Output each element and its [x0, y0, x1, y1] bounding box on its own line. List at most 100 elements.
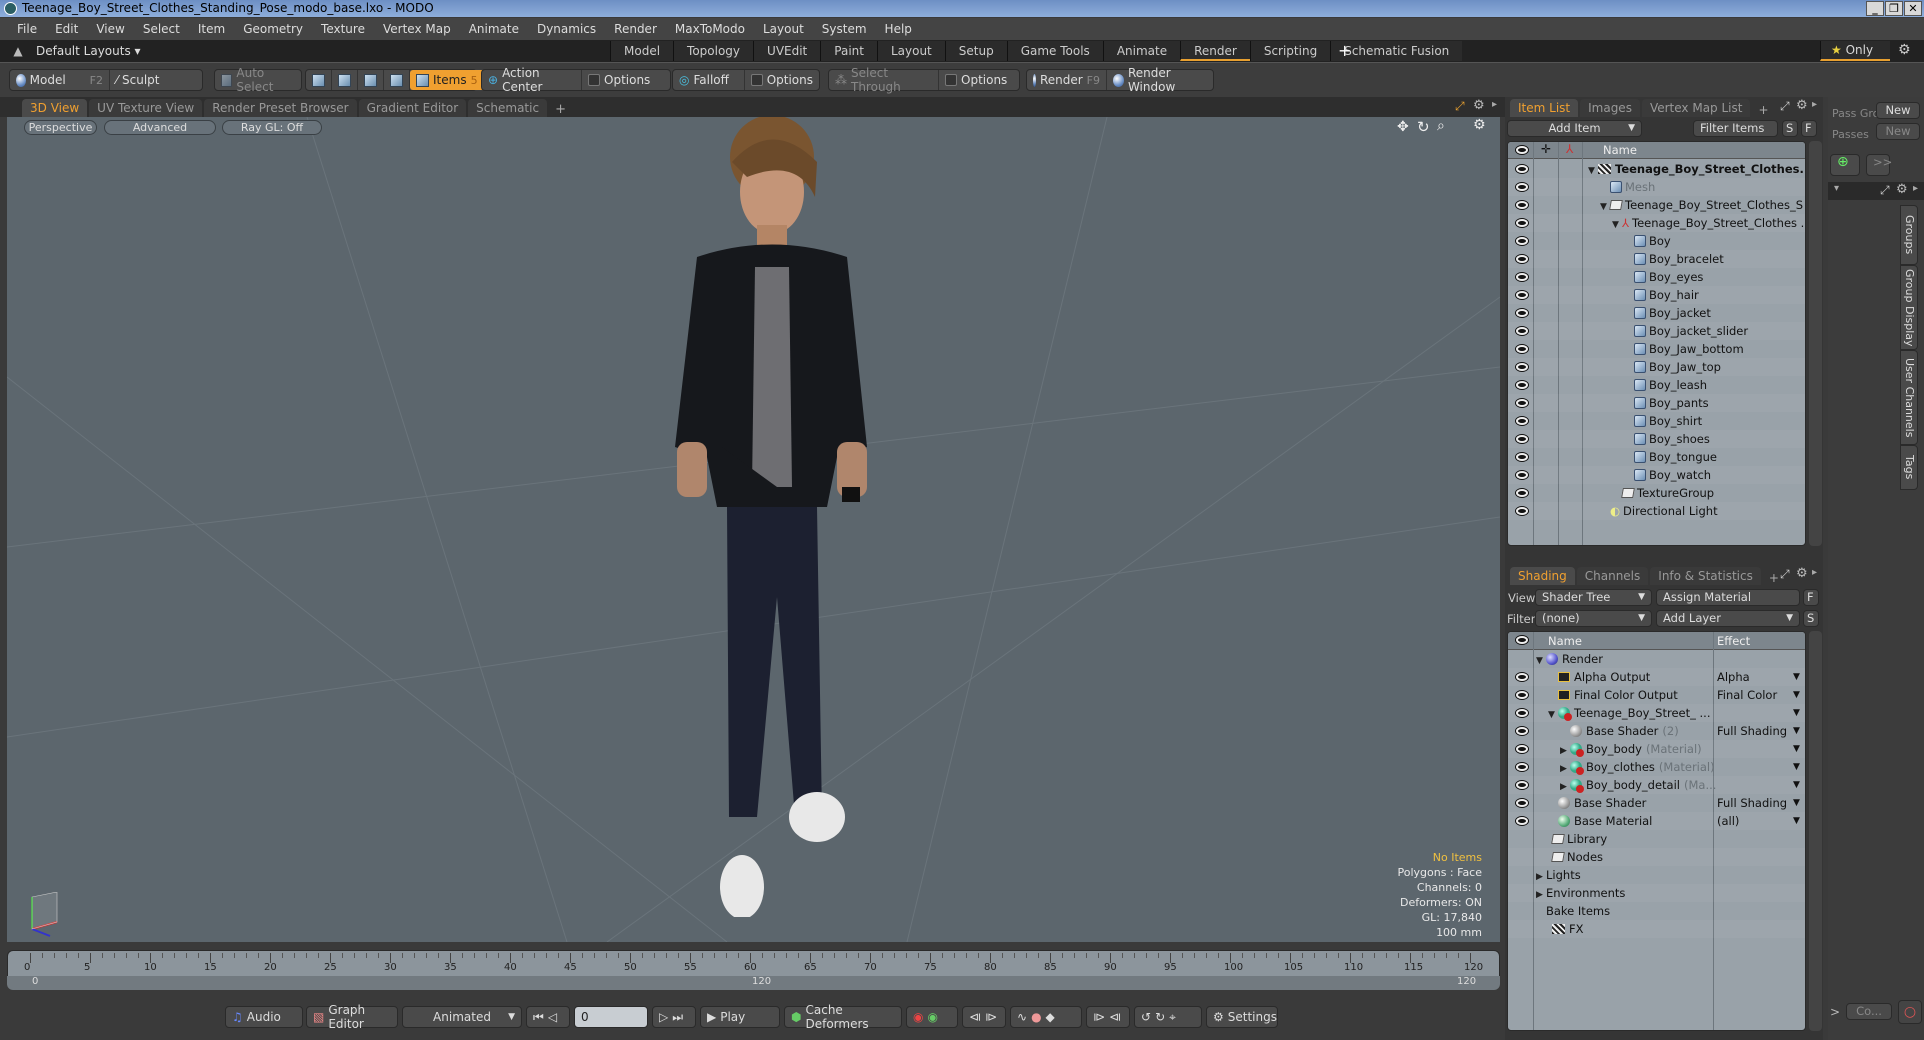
shading-menu-icon[interactable]: ▸	[1812, 567, 1817, 578]
only-toggle[interactable]: ★ Only	[1820, 41, 1890, 61]
filter-items-input[interactable]: Filter Items	[1693, 120, 1778, 137]
visibility-eye-icon[interactable]	[1516, 417, 1528, 425]
menu-system[interactable]: System	[813, 22, 876, 36]
item-list-row[interactable]: Boy_tongue	[1508, 448, 1805, 466]
item-list-row[interactable]: Boy_jacket	[1508, 304, 1805, 322]
materials-mode-button[interactable]	[384, 70, 410, 90]
groups-menu-icon[interactable]: ▸	[1913, 183, 1918, 194]
menu-maxtomodo[interactable]: MaxToModo	[666, 22, 754, 36]
shader-tree-row[interactable]: ▶ Environments	[1508, 884, 1805, 902]
visibility-eye-icon[interactable]	[1516, 691, 1528, 699]
action-center-options-button[interactable]: Options	[582, 70, 656, 90]
viewport-tab-uv-texture-view[interactable]: UV Texture View	[89, 99, 203, 117]
visibility-eye-icon[interactable]	[1516, 435, 1528, 443]
effect-dropdown-icon[interactable]: ▼	[1793, 686, 1800, 704]
select-through-options-button[interactable]: Options	[939, 70, 1013, 90]
shader-tree-scrollbar[interactable]	[1809, 631, 1822, 1031]
shader-tree-row[interactable]: Alpha Output Alpha ▼	[1508, 668, 1805, 686]
menu-geometry[interactable]: Geometry	[234, 22, 312, 36]
layout-tab-layout[interactable]: Layout	[876, 41, 945, 61]
layout-tab-setup[interactable]: Setup	[944, 41, 1007, 61]
shading-tab-channels[interactable]: Channels	[1576, 567, 1649, 585]
groups-gear-icon[interactable]: ⚙	[1896, 182, 1908, 197]
shading-tab-shading[interactable]: Shading	[1510, 567, 1575, 585]
model-mode-button[interactable]: Model F2	[10, 70, 110, 90]
menu-select[interactable]: Select	[134, 22, 189, 36]
falloff-button[interactable]: ◎ Falloff	[673, 70, 745, 90]
shader-tree-row[interactable]: Nodes	[1508, 848, 1805, 866]
dropdown-icon[interactable]: ▾	[1834, 183, 1839, 194]
render-window-button[interactable]: Render Window	[1107, 66, 1213, 94]
visibility-eye-icon[interactable]	[1516, 201, 1528, 209]
visibility-eye-icon[interactable]	[1516, 363, 1528, 371]
effect-dropdown-icon[interactable]: ▼	[1793, 722, 1800, 740]
shader-tree-row[interactable]: ▼ Render	[1508, 650, 1805, 668]
layout-tab-game-tools[interactable]: Game Tools	[1006, 41, 1103, 61]
frame-input[interactable]: 0	[574, 1006, 648, 1028]
item-list-row[interactable]: Boy_shoes	[1508, 430, 1805, 448]
viewport-tab-3d-view[interactable]: 3D View	[22, 99, 88, 117]
layout-tab-scripting[interactable]: Scripting	[1249, 41, 1331, 61]
more-button[interactable]: >>	[1866, 154, 1892, 176]
shader-tree-row[interactable]: Base Shader (2) Full Shading ▼	[1508, 722, 1805, 740]
item-list-row[interactable]: Boy_jacket_slider	[1508, 322, 1805, 340]
item-list-row[interactable]: ▼ Teenage_Boy_Street_Clothes_S ...	[1508, 196, 1805, 214]
add-layer-dropdown[interactable]: Add Layer ▼	[1656, 610, 1800, 627]
key-nav[interactable]: ⧏ ⧐	[962, 1006, 1006, 1028]
shader-tree-row[interactable]: Final Color Output Final Color ▼	[1508, 686, 1805, 704]
settings-button[interactable]: ⚙ Settings	[1206, 1006, 1278, 1028]
shader-tree-row[interactable]: Library	[1508, 830, 1805, 848]
shader-tree-row[interactable]: ▶ Boy_body_detail (Ma... ▼	[1508, 776, 1805, 794]
item-list-row[interactable]: Boy	[1508, 232, 1805, 250]
effect-dropdown-icon[interactable]: ▼	[1793, 668, 1800, 686]
shader-tree-row[interactable]: ▶ Boy_body (Material) ▼	[1508, 740, 1805, 758]
add-layout-tab-button[interactable]: +	[1338, 41, 1351, 60]
effect-dropdown-icon[interactable]: ▼	[1793, 740, 1800, 758]
visibility-eye-icon[interactable]	[1516, 309, 1528, 317]
loop-tools[interactable]: ↺ ↻ ⌖	[1134, 1006, 1202, 1028]
vertices-mode-button[interactable]	[306, 70, 332, 90]
auto-select-button[interactable]: Auto Select	[214, 66, 302, 94]
item-list-row[interactable]: Boy_shirt	[1508, 412, 1805, 430]
effect-value[interactable]: Final Color	[1717, 686, 1777, 704]
assign-material-button[interactable]: Assign Material	[1656, 589, 1800, 606]
side-tab-group-display[interactable]: Group Display	[1900, 265, 1918, 350]
menu-edit[interactable]: Edit	[46, 22, 87, 36]
refresh-add-icon[interactable]: ⊕	[1830, 154, 1860, 176]
menu-texture[interactable]: Texture	[312, 22, 374, 36]
menu-animate[interactable]: Animate	[460, 22, 528, 36]
visibility-eye-icon[interactable]	[1516, 399, 1528, 407]
viewport-settings-icon[interactable]: ⚙	[1473, 117, 1486, 133]
items-mode-button[interactable]: Items 5	[410, 70, 484, 90]
effect-value[interactable]: (all)	[1717, 812, 1739, 830]
visibility-eye-icon[interactable]	[1516, 673, 1528, 681]
item-list-tab-images[interactable]: Images	[1580, 99, 1640, 117]
menu-file[interactable]: File	[8, 22, 46, 36]
pan-icon[interactable]: ✥	[1397, 119, 1409, 135]
restore-button[interactable]: ❐	[1885, 1, 1903, 16]
visibility-eye-icon[interactable]	[1516, 471, 1528, 479]
effect-dropdown-icon[interactable]: ▼	[1793, 812, 1800, 830]
effect-dropdown-icon[interactable]: ▼	[1793, 794, 1800, 812]
3d-viewport[interactable]: Perspective Advanced Ray GL: Off ✥ ↻ ⌕ ⚙…	[7, 117, 1500, 942]
item-list-s-button[interactable]: S	[1782, 120, 1798, 137]
shading-gear-icon[interactable]: ⚙	[1796, 566, 1808, 581]
viewport-menu-arrow-icon[interactable]: ▸	[1492, 99, 1497, 110]
layout-tab-topology[interactable]: Topology	[673, 41, 754, 61]
polygons-mode-button[interactable]	[358, 70, 384, 90]
layout-collapse-icon[interactable]: ▲	[0, 44, 36, 58]
shading-f-button[interactable]: F	[1803, 589, 1819, 606]
shader-tree-row[interactable]: Bake Items	[1508, 902, 1805, 920]
visibility-eye-icon[interactable]	[1516, 745, 1528, 753]
visibility-eye-icon[interactable]	[1516, 165, 1528, 173]
layout-tab-paint[interactable]: Paint	[820, 41, 877, 61]
add-viewport-tab-button[interactable]: +	[549, 102, 572, 117]
item-list-row[interactable]: Mesh	[1508, 178, 1805, 196]
maximize-icon[interactable]: ⤢	[1455, 99, 1465, 114]
item-list-row[interactable]: ◐ Directional Light	[1508, 502, 1805, 520]
new-pass-button[interactable]: New	[1876, 123, 1920, 140]
visibility-eye-icon[interactable]	[1516, 237, 1528, 245]
shader-tree-row[interactable]: Base Shader Full Shading ▼	[1508, 794, 1805, 812]
item-list-row[interactable]: Boy_watch	[1508, 466, 1805, 484]
item-list-row[interactable]: Boy_eyes	[1508, 268, 1805, 286]
